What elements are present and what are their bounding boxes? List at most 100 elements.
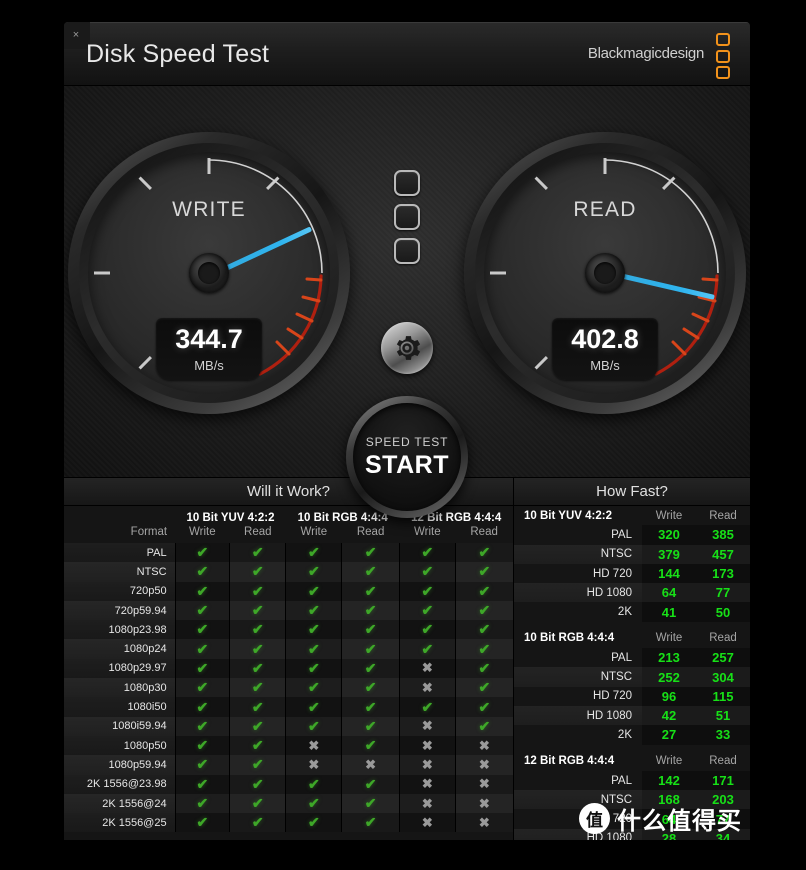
format-label: 2K 1556@24 bbox=[64, 793, 176, 814]
format-label: 1080p24 bbox=[64, 639, 176, 659]
gear-icon bbox=[396, 336, 421, 360]
center-controls: SPEED TEST START bbox=[346, 86, 468, 518]
how-fast-write-value: 252 bbox=[642, 667, 696, 687]
support-cross-icon: ✖ bbox=[454, 813, 513, 833]
support-check-icon: ✔ bbox=[229, 735, 286, 756]
support-check-icon: ✔ bbox=[285, 562, 342, 582]
how-fast-panel: How Fast? 10 Bit YUV 4:2:2 Write Read PAL 32… bbox=[514, 478, 750, 840]
results-panels: Will it Work? Format 10 Bit YUV 4:2:2 10… bbox=[64, 478, 750, 840]
how-fast-write-value: 64 bbox=[642, 583, 696, 603]
table-row: PAL 320 385 bbox=[514, 525, 750, 545]
led-indicator-2 bbox=[394, 204, 420, 230]
how-fast-read-value: 115 bbox=[696, 686, 750, 706]
how-fast-read-value: 385 bbox=[696, 525, 750, 545]
brand-label: Blackmagicdesign bbox=[587, 45, 704, 62]
table-row: NTSC 252 304 bbox=[514, 667, 750, 687]
support-check-icon: ✔ bbox=[285, 774, 342, 794]
how-fast-read-header: Read bbox=[709, 509, 737, 522]
table-row: 1080p29.97 ✔ ✔ ✔ ✔ ✖ ✔ bbox=[64, 658, 513, 679]
support-check-icon: ✔ bbox=[341, 678, 400, 698]
how-fast-row-label: 2K bbox=[617, 606, 632, 619]
support-check-icon: ✔ bbox=[454, 581, 513, 601]
how-fast-write-value: 142 bbox=[642, 770, 696, 791]
speed-test-start-button[interactable]: SPEED TEST START bbox=[346, 396, 468, 518]
read-gauge: READ 402.8 MB/s bbox=[464, 132, 746, 414]
how-fast-row-label: HD 1080 bbox=[514, 705, 642, 726]
how-fast-read-value: 77 bbox=[696, 583, 750, 603]
support-check-icon: ✔ bbox=[174, 697, 230, 717]
support-check-icon: ✔ bbox=[285, 581, 342, 601]
read-gauge-label: READ bbox=[573, 198, 637, 221]
how-fast-write-value: 41 bbox=[642, 602, 696, 622]
support-check-icon: ✔ bbox=[285, 678, 342, 698]
support-check-icon: ✔ bbox=[174, 716, 230, 736]
support-check-icon: ✔ bbox=[398, 639, 456, 659]
support-cross-icon: ✖ bbox=[398, 755, 456, 775]
read-unit: MB/s bbox=[590, 357, 620, 373]
support-check-icon: ✔ bbox=[285, 600, 342, 621]
support-check-icon: ✔ bbox=[285, 813, 342, 833]
support-check-icon: ✔ bbox=[341, 774, 400, 794]
support-check-icon: ✔ bbox=[341, 813, 400, 833]
write-gauge: WRITE 344.7 MB/s bbox=[68, 132, 350, 414]
support-check-icon: ✔ bbox=[341, 658, 400, 679]
how-fast-row-label: PAL bbox=[611, 528, 632, 541]
gauge-area: WRITE 344.7 MB/s READ 402.8 MB/s SPEED T… bbox=[64, 86, 750, 518]
blackmagic-logo-icon bbox=[716, 33, 736, 79]
how-fast-row-label: NTSC bbox=[514, 667, 642, 687]
how-fast-write-value: 96 bbox=[642, 686, 696, 706]
settings-button[interactable] bbox=[381, 322, 433, 374]
support-check-icon: ✔ bbox=[174, 774, 230, 794]
how-fast-group-name: 10 Bit RGB 4:4:4 bbox=[524, 632, 615, 645]
support-check-icon: ✔ bbox=[229, 581, 286, 601]
support-check-icon: ✔ bbox=[229, 716, 286, 736]
format-label: 1080i50 bbox=[64, 697, 176, 717]
support-check-icon: ✔ bbox=[398, 620, 456, 640]
support-cross-icon: ✖ bbox=[398, 735, 456, 756]
support-check-icon: ✔ bbox=[174, 813, 230, 833]
how-fast-row-label: HD 720 bbox=[593, 690, 632, 703]
how-fast-read-value: 457 bbox=[696, 544, 750, 564]
how-fast-write-header: Write bbox=[655, 509, 683, 522]
support-check-icon: ✔ bbox=[341, 600, 400, 621]
support-check-icon: ✔ bbox=[285, 716, 342, 736]
group-header-0: 10 Bit YUV 4:2:2 bbox=[186, 512, 275, 524]
format-label: 1080p30 bbox=[64, 678, 176, 698]
how-fast-write-value: 144 bbox=[642, 563, 696, 584]
col-read-0: Read bbox=[244, 526, 272, 538]
site-watermark: 值 什么值得买 bbox=[579, 801, 742, 836]
col-read-1: Read bbox=[356, 526, 385, 538]
format-label: 1080p59.94 bbox=[64, 755, 176, 775]
table-row: 1080p50 ✔ ✔ ✖ ✔ ✖ ✖ bbox=[64, 735, 513, 756]
support-check-icon: ✔ bbox=[341, 562, 400, 582]
support-check-icon: ✔ bbox=[174, 581, 230, 601]
how-fast-read-value: 257 bbox=[696, 648, 750, 668]
support-check-icon: ✔ bbox=[285, 793, 342, 814]
support-check-icon: ✔ bbox=[285, 697, 342, 717]
support-check-icon: ✔ bbox=[174, 600, 230, 621]
how-fast-read-value: 51 bbox=[696, 705, 750, 726]
support-cross-icon: ✖ bbox=[454, 735, 513, 756]
support-check-icon: ✔ bbox=[174, 755, 230, 775]
watermark-text: 什么值得买 bbox=[617, 808, 742, 835]
format-label: 1080i59.94 bbox=[64, 716, 176, 736]
format-label: 1080p23.98 bbox=[64, 620, 176, 640]
start-button-label: START bbox=[365, 450, 449, 479]
support-check-icon: ✔ bbox=[285, 639, 342, 659]
led-indicator-1 bbox=[394, 170, 420, 196]
support-check-icon: ✔ bbox=[454, 600, 513, 621]
format-label: NTSC bbox=[64, 562, 176, 582]
disk-speed-test-window: × Disk Speed Test Blackmagicdesign WRITE… bbox=[64, 22, 750, 840]
table-row: PAL ✔ ✔ ✔ ✔ ✔ ✔ bbox=[64, 543, 513, 563]
how-fast-row-label: 2K bbox=[617, 728, 632, 741]
support-check-icon: ✔ bbox=[229, 600, 286, 621]
table-row: 2K 1556@23.98 ✔ ✔ ✔ ✔ ✖ ✖ bbox=[64, 774, 513, 794]
support-cross-icon: ✖ bbox=[454, 774, 513, 794]
support-check-icon: ✔ bbox=[398, 562, 456, 582]
write-value: 344.7 bbox=[175, 323, 243, 354]
format-label: 1080p29.97 bbox=[64, 658, 176, 679]
format-label: 720p50 bbox=[64, 581, 176, 601]
support-cross-icon: ✖ bbox=[398, 813, 456, 833]
support-check-icon: ✔ bbox=[285, 543, 342, 563]
support-check-icon: ✔ bbox=[398, 581, 456, 601]
